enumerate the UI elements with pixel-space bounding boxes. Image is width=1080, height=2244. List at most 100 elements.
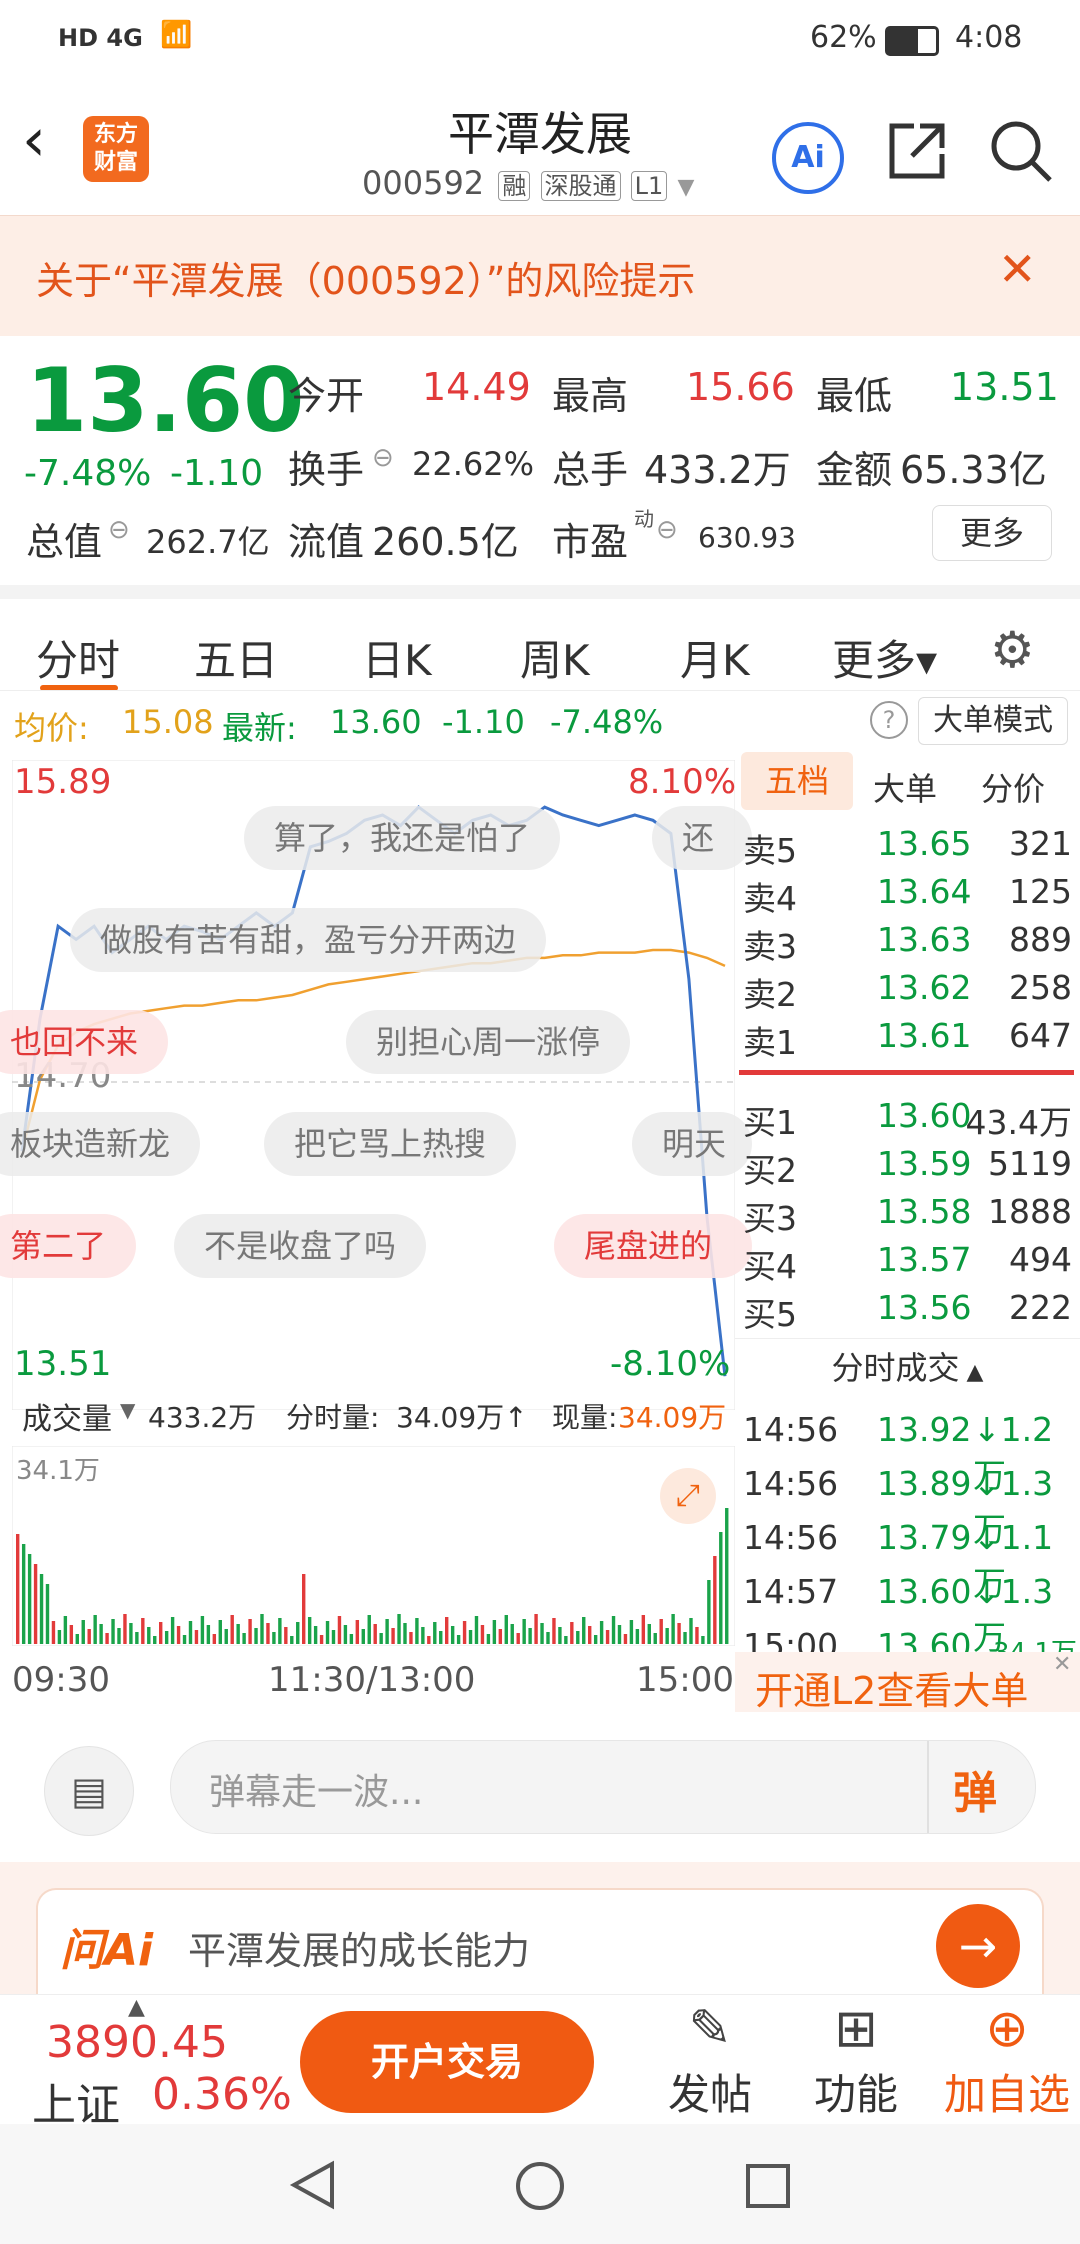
danmu-bubble[interactable]: 尾盘进的 [554,1214,752,1278]
danmu-bubble[interactable]: 第二了 [0,1214,137,1278]
expand-icon[interactable]: ⤢ [660,1468,716,1524]
volume-bar [307,1617,312,1644]
info-icon[interactable]: ⊖ [372,443,394,473]
period-volume-label: 分时量: [286,1401,380,1434]
volume-bar [170,1617,175,1644]
volume-bar [546,1632,550,1644]
volume-bar [582,1617,586,1644]
gear-icon[interactable]: ⚙ [990,621,1035,679]
arrow-right-icon[interactable]: → [936,1904,1020,1988]
back-icon[interactable]: ‹ [22,110,46,170]
ask-volume: 889 [1009,920,1072,959]
volume-bar [87,1629,91,1644]
ask-ai-box[interactable]: 问Ai 平潭发展的成长能力 → [36,1888,1044,1996]
y-top-label: 15.89 [14,762,112,802]
time-label-open: 09:30 [12,1660,110,1700]
add-watchlist-label: 加自选 [943,2070,1070,2119]
tab-intraday[interactable]: 分时 [36,627,120,688]
info-icon[interactable]: ⊖ [108,515,130,545]
tab-more[interactable]: 更多▾ [832,627,937,688]
volume-bar [391,1628,395,1644]
volume-bar [552,1618,556,1644]
bid-row[interactable]: 买1 13.60 43.4万 [735,1092,1080,1142]
danmu-input[interactable]: 弹幕走一波... 弹 [170,1740,1036,1834]
volume-selector[interactable]: 成交量 [22,1394,112,1438]
function-button[interactable]: ⊞ 功能 [806,1999,906,2125]
danmu-bubble[interactable]: 也回不来 [0,1010,169,1074]
l2-promo-text: 开通L2查看大单 [755,1669,1029,1713]
recents-square-icon[interactable] [744,2162,792,2210]
danmu-bubble[interactable]: 明天 [632,1112,752,1176]
open-account-trade-button[interactable]: 开户交易 [300,2011,594,2113]
volume-bar-chart[interactable] [12,1446,735,1646]
tag-level: L1 [630,171,668,201]
trade-time: 14:56 [743,1464,839,1503]
trade-time: 14:57 [743,1572,839,1611]
tab-weekly-k[interactable]: 周K [520,627,590,688]
tab-level5[interactable]: 五档 [741,752,853,810]
tab-five-day[interactable]: 五日 [194,627,278,688]
intraday-chart[interactable]: 15.89 8.10% 14.70 13.51 -8.10% 算了，我还是怕了 … [0,690,752,1710]
index-ticker[interactable]: 3890.45 上证 0.36% [0,1995,292,2131]
ask-price: 13.64 [877,872,972,911]
volume-bar [278,1618,282,1644]
bid-row[interactable]: 买4 13.57 494 [735,1236,1080,1286]
search-icon[interactable] [988,118,1054,184]
battery-icon [885,26,939,56]
volume-bar [456,1635,461,1644]
l2-promo-banner[interactable]: 开通L2查看大单 ✕ [735,1652,1080,1713]
tab-monthly-k[interactable]: 月K [680,627,750,688]
logo-text-1: 东方 [93,122,138,147]
volume-bar [576,1631,580,1644]
ask-row[interactable]: 卖4 13.64 125 [735,868,1080,918]
danmu-input-placeholder: 弹幕走一波... [209,1772,424,1813]
danmu-bubble[interactable]: 不是收盘了吗 [174,1214,427,1278]
big-order-mode-button[interactable]: 大单模式 [918,697,1068,745]
ai-icon[interactable]: Ai [772,122,844,194]
share-icon[interactable] [884,118,950,184]
tab-daily-k[interactable]: 日K [362,627,432,688]
volume-bar [605,1630,610,1644]
volume-bar [105,1633,109,1644]
volume-bar [57,1630,62,1644]
bid-volume: 5119 [988,1144,1072,1183]
post-button[interactable]: ✎ 发帖 [660,1999,760,2125]
more-button[interactable]: 更多 [932,505,1052,561]
chevron-down-icon[interactable]: ▼ [120,1398,135,1422]
trades-header[interactable]: 分时成交 ▲ [735,1338,1080,1397]
open-label: 今开 [288,374,365,418]
danmu-bubble[interactable]: 算了，我还是怕了 [244,806,561,870]
risk-warning-banner[interactable]: 关于“平潭发展（000592）”的风险提示 ✕ [0,215,1080,336]
tab-big-orders[interactable]: 大单 [873,764,937,810]
bid-row[interactable]: 买5 13.56 222 [735,1284,1080,1334]
ask-row[interactable]: 卖3 13.63 889 [735,916,1080,966]
volume-header: 成交量 ▼ 433.2万 分时量: 34.09万↑ 现量: 34.09万 [12,1386,735,1440]
ask-row[interactable]: 卖1 13.61 647 [735,1012,1080,1062]
bid-label: 买1 [743,1103,797,1142]
bid-row[interactable]: 买3 13.58 1888 [735,1188,1080,1238]
bid-row[interactable]: 买2 13.59 5119 [735,1140,1080,1190]
back-triangle-icon[interactable] [288,2160,338,2210]
stock-code-row: 000592 融 深股通 L1 ▼ [362,164,694,202]
danmu-send-button[interactable]: 弹 [953,1757,997,1821]
chevron-down-icon[interactable]: ▼ [677,175,694,200]
logo-text-2: 财富 [93,150,138,175]
danmu-bubble[interactable]: 做股有苦有甜，盈亏分开两边 [70,908,547,972]
info-icon[interactable]: ⊖ [656,515,678,545]
close-icon[interactable]: ✕ [1053,1652,1071,1677]
danmu-bubble[interactable]: 把它骂上热搜 [264,1112,517,1176]
tag-margin: 融 [498,171,531,201]
tag-connect: 深股通 [540,171,621,201]
market-cap-value: 262.7亿 [146,523,270,561]
ask-row[interactable]: 卖2 13.62 258 [735,964,1080,1014]
ask-row[interactable]: 卖5 13.65 321 [735,820,1080,870]
danmu-settings-icon[interactable]: ▤ [44,1746,134,1836]
danmu-bubble[interactable]: 别担心周一涨停 [346,1010,631,1074]
help-icon[interactable]: ? [870,701,908,739]
home-circle-icon[interactable] [514,2160,566,2212]
tab-price-dist[interactable]: 分价 [981,764,1045,810]
danmu-bubble[interactable]: 板块造新龙 [0,1112,201,1176]
close-icon[interactable]: ✕ [998,242,1037,296]
add-watchlist-button[interactable]: ⊕ 加自选 [934,1999,1080,2125]
bid-label: 买5 [743,1295,797,1334]
